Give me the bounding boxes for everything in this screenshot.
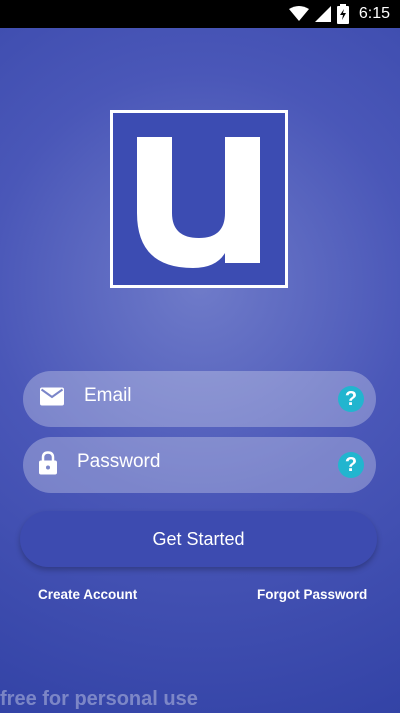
app-logo — [110, 110, 288, 288]
email-help-icon[interactable]: ? — [338, 386, 364, 412]
status-time: 6:15 — [358, 5, 390, 22]
login-screen: 6:15 Email ? Password ? Get Started Crea… — [0, 0, 400, 713]
signal-icon — [314, 6, 331, 22]
wifi-icon — [288, 6, 309, 22]
password-placeholder: Password — [77, 451, 161, 472]
create-account-link[interactable]: Create Account — [38, 587, 137, 602]
lock-icon — [38, 451, 58, 480]
password-help-icon[interactable]: ? — [338, 452, 364, 478]
forgot-password-link[interactable]: Forgot Password — [257, 587, 367, 602]
status-icons: 6:15 — [288, 0, 390, 28]
watermark-text: free for personal use — [0, 688, 198, 710]
status-bar: 6:15 — [0, 0, 400, 28]
battery-icon — [336, 4, 349, 24]
u-logo-icon — [137, 137, 260, 268]
email-placeholder: Email — [84, 385, 132, 406]
password-field[interactable]: Password ? — [23, 437, 376, 493]
email-field[interactable]: Email ? — [23, 371, 376, 427]
get-started-button[interactable]: Get Started — [20, 511, 377, 567]
mail-icon — [40, 387, 64, 411]
